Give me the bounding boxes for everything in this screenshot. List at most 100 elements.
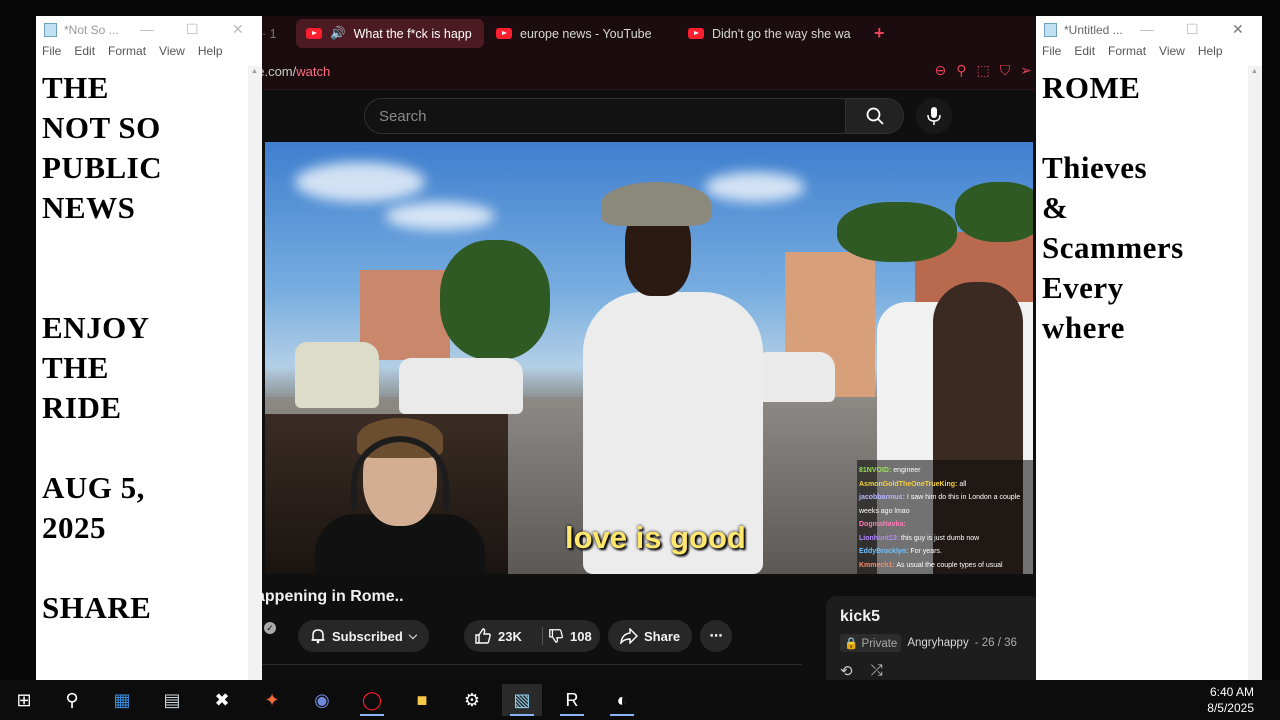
privacy-label: Private bbox=[861, 638, 898, 650]
minimize-icon[interactable]: — bbox=[1140, 21, 1154, 37]
shield-icon[interactable]: ⛉ bbox=[1000, 62, 1011, 79]
notepad-title-bar[interactable]: *Untitled ... — ☐ ✕ bbox=[1036, 16, 1262, 44]
address-bar[interactable]: be.com/watch ⊖ ⚲ ⬚ ⛉ ➢ bbox=[262, 52, 1036, 90]
discord-icon[interactable]: ◉ bbox=[302, 684, 342, 716]
menu-help[interactable]: Help bbox=[1198, 44, 1223, 66]
search-icon bbox=[866, 107, 884, 125]
affinity-icon[interactable]: ✦ bbox=[252, 684, 292, 716]
calculator-icon[interactable]: ▦ bbox=[102, 684, 142, 716]
playlist-owner[interactable]: Angryhappy bbox=[907, 637, 968, 649]
menu-format[interactable]: Format bbox=[108, 44, 146, 66]
menu-view[interactable]: View bbox=[159, 44, 185, 66]
cloud bbox=[705, 172, 805, 202]
url-path: watch bbox=[296, 64, 331, 79]
r-app-icon[interactable]: R bbox=[552, 684, 592, 716]
chat-text: engineer bbox=[893, 467, 921, 474]
snapshot-icon[interactable]: ⬚ bbox=[977, 62, 990, 79]
minimize-icon[interactable]: — bbox=[140, 21, 154, 37]
subscribed-button[interactable]: Subscribed ⌵ bbox=[298, 620, 430, 652]
chat-username: jacobbarmus: bbox=[859, 494, 905, 501]
browser-window: · 1 🔊 What the f*ck is happ europe news … bbox=[262, 16, 1036, 680]
playlist-panel: kick5 🔒 Private Angryhappy - 26 / 36 ⟲ ⤮ bbox=[826, 596, 1036, 680]
desktop: · 1 🔊 What the f*ck is happ europe news … bbox=[0, 0, 1280, 720]
cloud bbox=[295, 162, 425, 202]
x-app-icon[interactable]: ✖ bbox=[202, 684, 242, 716]
speaker-icon: 🔊 bbox=[330, 26, 346, 40]
taskbar: 6:40 AM 8/5/2025 ⊞ ⚲ ▦ ▤ ✖ ✦ ◉ ◯ ■ ⚙ ▧ R ◐ bbox=[0, 680, 1280, 720]
chat-text: this guy is just dumb now bbox=[901, 534, 980, 542]
tree bbox=[955, 182, 1033, 242]
tab-partial[interactable]: · 1 bbox=[262, 19, 282, 48]
chat-username: DogmaNavka: bbox=[859, 521, 906, 528]
start-icon[interactable]: ⊞ bbox=[4, 684, 44, 716]
notepad-text-area[interactable]: THE NOT SO PUBLIC NEWS ENJOY THE RIDE AU… bbox=[42, 68, 162, 628]
notepad-title: *Untitled ... bbox=[1064, 23, 1123, 37]
like-button[interactable]: 23K bbox=[474, 620, 522, 652]
search-button[interactable] bbox=[846, 98, 904, 134]
chat-username: Lionhunt13: bbox=[859, 534, 900, 542]
chat-message: Lionhunt13: this guy is just dumb now bbox=[859, 532, 1031, 546]
menu-help[interactable]: Help bbox=[198, 44, 223, 66]
video-subtitle: love is good bbox=[565, 520, 746, 555]
menu-view[interactable]: View bbox=[1159, 44, 1185, 66]
tab-active[interactable]: 🔊 What the f*ck is happ bbox=[296, 19, 484, 48]
new-tab-button[interactable]: + bbox=[874, 23, 885, 44]
more-icon: ⋯ bbox=[709, 628, 723, 643]
notepad-icon bbox=[44, 23, 57, 37]
settings-icon[interactable]: ⚙ bbox=[452, 684, 492, 716]
chat-username: Kmmech1: bbox=[859, 561, 895, 569]
url-text: be.com/watch bbox=[262, 64, 330, 79]
youtube-header bbox=[262, 90, 1036, 142]
notepad-title-bar[interactable]: *Not So ... — ☐ ✕ bbox=[36, 16, 262, 44]
close-icon[interactable]: ✕ bbox=[232, 21, 244, 38]
menu-format[interactable]: Format bbox=[1108, 44, 1146, 66]
more-actions-button[interactable]: ⋯ bbox=[700, 620, 732, 652]
dislike-count: 108 bbox=[570, 628, 592, 644]
obs-icon[interactable]: ◐ bbox=[602, 684, 642, 716]
folder-icon[interactable]: ■ bbox=[402, 684, 442, 716]
send-icon[interactable]: ➢ bbox=[1020, 62, 1032, 79]
zoom-icon[interactable]: ⊖ bbox=[935, 62, 947, 79]
loop-icon[interactable]: ⟲ bbox=[840, 662, 853, 680]
like-count: 23K bbox=[498, 628, 522, 644]
files-icon[interactable]: ▤ bbox=[152, 684, 192, 716]
maximize-icon[interactable]: ☐ bbox=[186, 21, 199, 38]
verified-icon: ✓ bbox=[264, 622, 276, 634]
pin-icon[interactable]: ⚲ bbox=[956, 62, 966, 79]
voice-search-button[interactable] bbox=[916, 98, 952, 134]
menu-file[interactable]: File bbox=[1042, 44, 1061, 66]
tab-label: europe news - YouTube bbox=[520, 26, 652, 41]
share-button[interactable]: Share bbox=[608, 620, 693, 652]
thumbs-up-icon bbox=[475, 628, 491, 644]
vertical-scrollbar[interactable] bbox=[248, 66, 262, 680]
video-player[interactable]: love is good 81NVOID: engineer AsmonGoldT… bbox=[265, 142, 1033, 574]
menu-file[interactable]: File bbox=[42, 44, 61, 66]
playlist-meta: 🔒 Private Angryhappy - 26 / 36 bbox=[840, 634, 1026, 652]
shuffle-icon[interactable]: ⤮ bbox=[871, 662, 883, 680]
youtube-icon bbox=[688, 28, 704, 39]
menu-edit[interactable]: Edit bbox=[1074, 44, 1095, 66]
notepad-text-area[interactable]: ROME Thieves & Scammers Every where bbox=[1042, 68, 1184, 348]
divider bbox=[262, 664, 802, 665]
search-icon[interactable]: ⚲ bbox=[52, 684, 92, 716]
tab-europe-news[interactable]: europe news - YouTube bbox=[486, 19, 672, 48]
lock-icon: 🔒 bbox=[844, 638, 859, 650]
system-clock[interactable]: 6:40 AM 8/5/2025 bbox=[1207, 684, 1254, 716]
maximize-icon[interactable]: ☐ bbox=[1186, 21, 1199, 38]
playlist-title[interactable]: kick5 bbox=[840, 608, 1026, 626]
opera-icon[interactable]: ◯ bbox=[352, 684, 392, 716]
notepad-icon[interactable]: ▧ bbox=[502, 684, 542, 716]
stream-chat-overlay: 81NVOID: engineer AsmonGoldTheOneTrueKing… bbox=[857, 460, 1033, 574]
vertical-scrollbar[interactable] bbox=[1248, 66, 1262, 680]
playlist-position: - 26 / 36 bbox=[974, 637, 1017, 649]
address-bar-icons: ⊖ ⚲ ⬚ ⛉ ➢ bbox=[935, 62, 1032, 79]
tab-didnt-go[interactable]: Didn't go the way she wa bbox=[678, 19, 866, 48]
search-input[interactable] bbox=[365, 99, 845, 133]
search-box bbox=[364, 98, 846, 134]
menu-edit[interactable]: Edit bbox=[74, 44, 95, 66]
dislike-button[interactable]: 108 bbox=[548, 620, 592, 652]
subscribed-label: Subscribed bbox=[332, 628, 403, 644]
privacy-badge: 🔒 Private bbox=[840, 634, 902, 652]
playlist-controls: ⟲ ⤮ bbox=[840, 662, 1026, 680]
close-icon[interactable]: ✕ bbox=[1232, 21, 1244, 38]
